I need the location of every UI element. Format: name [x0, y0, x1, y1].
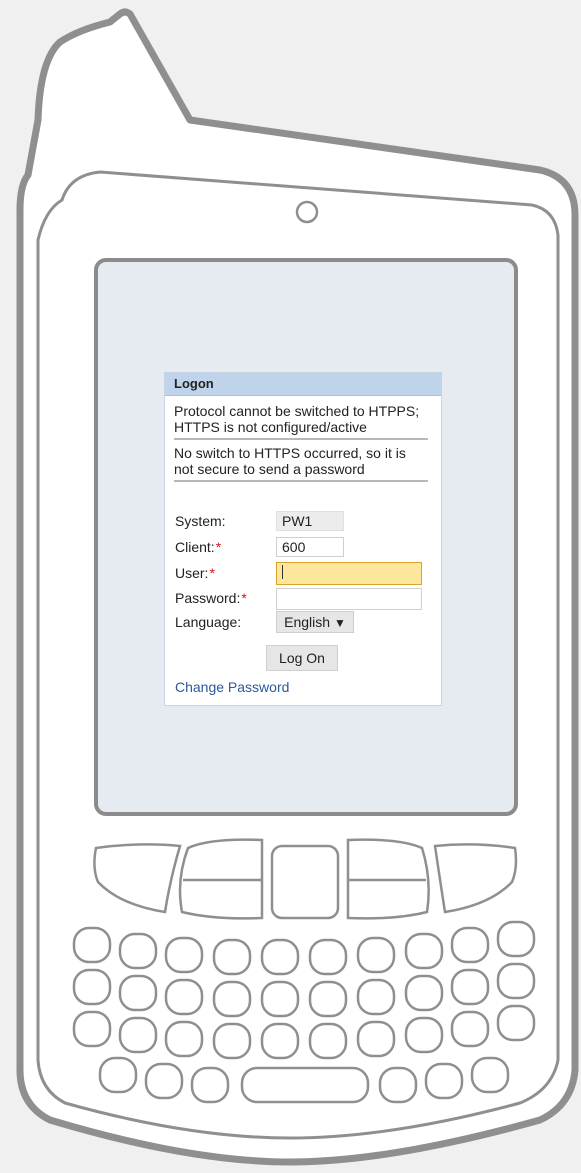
keyboard-key[interactable]	[72, 926, 112, 964]
keyboard-key[interactable]	[72, 968, 112, 1006]
password-label: Password:*	[175, 590, 247, 606]
keyboard-key[interactable]	[450, 1010, 490, 1048]
keyboard-key[interactable]	[118, 932, 158, 970]
required-marker: *	[241, 590, 247, 606]
system-field: PW1	[276, 511, 344, 531]
password-input[interactable]	[276, 588, 422, 610]
keyboard-key[interactable]	[118, 1016, 158, 1054]
keyboard-key[interactable]	[378, 1066, 418, 1104]
keyboard-key[interactable]	[404, 1016, 444, 1054]
keyboard-key[interactable]	[356, 936, 396, 974]
text-cursor	[282, 565, 283, 580]
client-input[interactable]: 600	[276, 537, 344, 557]
keyboard-key[interactable]	[496, 962, 536, 1000]
language-select[interactable]: English ▼	[276, 611, 354, 633]
keyboard-key[interactable]	[190, 1066, 230, 1104]
keyboard-key[interactable]	[164, 936, 204, 974]
client-label: Client:*	[175, 539, 222, 555]
logon-panel: Logon Protocol cannot be switched to HTP…	[164, 372, 442, 706]
user-label: User:*	[175, 565, 215, 581]
keyboard-key[interactable]	[450, 968, 490, 1006]
keyboard-key[interactable]	[118, 974, 158, 1012]
keyboard-key[interactable]	[424, 1062, 464, 1100]
change-password-link[interactable]: Change Password	[175, 679, 289, 695]
language-label: Language:	[175, 614, 242, 630]
camera-icon	[295, 200, 319, 224]
protocol-message: Protocol cannot be switched to HTPPS; HT…	[174, 396, 428, 440]
keyboard-key[interactable]	[260, 1022, 300, 1060]
keyboard-key[interactable]	[72, 1010, 112, 1048]
keyboard-key[interactable]	[260, 980, 300, 1018]
keyboard-key[interactable]	[212, 980, 252, 1018]
keyboard-key[interactable]	[496, 1004, 536, 1042]
keyboard-key[interactable]	[450, 926, 490, 964]
keyboard-key[interactable]	[308, 980, 348, 1018]
keyboard-key[interactable]	[356, 1020, 396, 1058]
keyboard-key[interactable]	[212, 938, 252, 976]
log-on-button[interactable]: Log On	[266, 645, 338, 671]
user-input[interactable]	[276, 562, 422, 585]
keyboard-key[interactable]	[404, 932, 444, 970]
center-key[interactable]	[270, 844, 340, 920]
keyboard-key[interactable]	[470, 1056, 510, 1094]
keyboard-key[interactable]	[496, 920, 536, 958]
keyboard-key[interactable]	[356, 978, 396, 1016]
required-marker: *	[209, 565, 215, 581]
keyboard-key[interactable]	[144, 1062, 184, 1100]
keyboard-key[interactable]	[164, 1020, 204, 1058]
dropdown-arrow-icon: ▼	[333, 616, 346, 630]
keyboard-key[interactable]	[308, 938, 348, 976]
keyboard-key[interactable]	[260, 938, 300, 976]
system-label: System:	[175, 513, 226, 529]
keyboard-key[interactable]	[98, 1056, 138, 1094]
logon-title: Logon	[165, 373, 441, 396]
space-key[interactable]	[240, 1066, 370, 1104]
keyboard-key[interactable]	[212, 1022, 252, 1060]
keyboard-key[interactable]	[164, 978, 204, 1016]
https-warning-message: No switch to HTTPS occurred, so it is no…	[174, 440, 428, 482]
keyboard-key[interactable]	[308, 1022, 348, 1060]
required-marker: *	[215, 539, 222, 555]
keyboard-key[interactable]	[404, 974, 444, 1012]
